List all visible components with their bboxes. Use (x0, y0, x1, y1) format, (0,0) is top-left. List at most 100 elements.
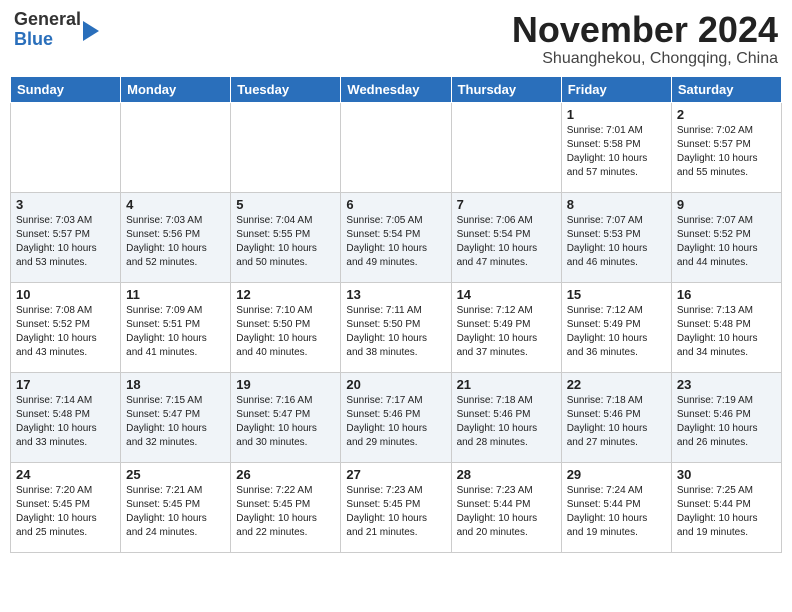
week-row-4: 17 Sunrise: 7:14 AM Sunset: 5:48 PM Dayli… (11, 372, 782, 462)
weekday-header-row: SundayMondayTuesdayWednesdayThursdayFrid… (11, 76, 782, 102)
day-number: 4 (126, 197, 225, 212)
day-info: Sunrise: 7:18 AM Sunset: 5:46 PM Dayligh… (567, 394, 666, 450)
day-cell: 18 Sunrise: 7:15 AM Sunset: 5:47 PM Dayli… (121, 372, 231, 462)
day-cell (11, 102, 121, 192)
day-cell (231, 102, 341, 192)
week-row-5: 24 Sunrise: 7:20 AM Sunset: 5:45 PM Dayli… (11, 462, 782, 552)
day-cell: 19Sunrise: 7:16 AM Sunset: 5:47 PM Dayli… (231, 372, 341, 462)
day-info: Sunrise: 7:22 AM Sunset: 5:45 PM Dayligh… (236, 484, 335, 540)
logo-arrow-icon (83, 21, 99, 41)
day-number: 11 (126, 287, 225, 302)
day-info: Sunrise: 7:25 AM Sunset: 5:44 PM Dayligh… (677, 484, 776, 540)
day-info: Sunrise: 7:13 AM Sunset: 5:48 PM Dayligh… (677, 304, 776, 360)
day-info: Sunrise: 7:21 AM Sunset: 5:45 PM Dayligh… (126, 484, 225, 540)
day-number: 14 (457, 287, 556, 302)
day-cell: 4 Sunrise: 7:03 AM Sunset: 5:56 PM Daylig… (121, 192, 231, 282)
day-cell: 7 Sunrise: 7:06 AM Sunset: 5:54 PM Daylig… (451, 192, 561, 282)
day-info: Sunrise: 7:14 AM Sunset: 5:48 PM Dayligh… (16, 394, 115, 450)
day-number: 10 (16, 287, 115, 302)
day-cell: 13Sunrise: 7:11 AM Sunset: 5:50 PM Dayli… (341, 282, 451, 372)
day-cell: 2Sunrise: 7:02 AM Sunset: 5:57 PM Daylig… (671, 102, 781, 192)
day-number: 2 (677, 107, 776, 122)
day-number: 12 (236, 287, 335, 302)
weekday-header-wednesday: Wednesday (341, 76, 451, 102)
weekday-header-friday: Friday (561, 76, 671, 102)
weekday-header-tuesday: Tuesday (231, 76, 341, 102)
day-info: Sunrise: 7:15 AM Sunset: 5:47 PM Dayligh… (126, 394, 225, 450)
day-cell: 6Sunrise: 7:05 AM Sunset: 5:54 PM Daylig… (341, 192, 451, 282)
day-number: 28 (457, 467, 556, 482)
day-cell: 27 Sunrise: 7:23 AM Sunset: 5:45 PM Dayli… (341, 462, 451, 552)
day-number: 22 (567, 377, 666, 392)
day-cell: 9 Sunrise: 7:07 AM Sunset: 5:52 PM Daylig… (671, 192, 781, 282)
day-info: Sunrise: 7:10 AM Sunset: 5:50 PM Dayligh… (236, 304, 335, 360)
calendar-table: SundayMondayTuesdayWednesdayThursdayFrid… (10, 76, 782, 553)
day-info: Sunrise: 7:17 AM Sunset: 5:46 PM Dayligh… (346, 394, 445, 450)
day-cell (451, 102, 561, 192)
day-cell (121, 102, 231, 192)
day-info: Sunrise: 7:23 AM Sunset: 5:45 PM Dayligh… (346, 484, 445, 540)
day-info: Sunrise: 7:03 AM Sunset: 5:56 PM Dayligh… (126, 214, 225, 270)
day-cell: 22 Sunrise: 7:18 AM Sunset: 5:46 PM Dayli… (561, 372, 671, 462)
day-number: 1 (567, 107, 666, 122)
day-cell: 14 Sunrise: 7:12 AM Sunset: 5:49 PM Dayli… (451, 282, 561, 372)
day-cell: 23Sunrise: 7:19 AM Sunset: 5:46 PM Dayli… (671, 372, 781, 462)
page-title: November 2024 (512, 10, 778, 50)
day-number: 5 (236, 197, 335, 212)
day-number: 29 (567, 467, 666, 482)
day-number: 13 (346, 287, 445, 302)
day-info: Sunrise: 7:19 AM Sunset: 5:46 PM Dayligh… (677, 394, 776, 450)
day-number: 9 (677, 197, 776, 212)
day-number: 7 (457, 197, 556, 212)
day-number: 17 (16, 377, 115, 392)
week-row-2: 3Sunrise: 7:03 AM Sunset: 5:57 PM Daylig… (11, 192, 782, 282)
week-row-1: 1Sunrise: 7:01 AM Sunset: 5:58 PM Daylig… (11, 102, 782, 192)
day-number: 3 (16, 197, 115, 212)
page-header: General Blue November 2024 Shuanghekou, … (10, 10, 782, 68)
day-info: Sunrise: 7:06 AM Sunset: 5:54 PM Dayligh… (457, 214, 556, 270)
day-info: Sunrise: 7:23 AM Sunset: 5:44 PM Dayligh… (457, 484, 556, 540)
day-number: 27 (346, 467, 445, 482)
day-number: 26 (236, 467, 335, 482)
day-cell: 29 Sunrise: 7:24 AM Sunset: 5:44 PM Dayli… (561, 462, 671, 552)
day-cell: 10 Sunrise: 7:08 AM Sunset: 5:52 PM Dayli… (11, 282, 121, 372)
weekday-header-thursday: Thursday (451, 76, 561, 102)
day-info: Sunrise: 7:12 AM Sunset: 5:49 PM Dayligh… (457, 304, 556, 360)
day-number: 16 (677, 287, 776, 302)
day-cell: 25 Sunrise: 7:21 AM Sunset: 5:45 PM Dayli… (121, 462, 231, 552)
day-info: Sunrise: 7:24 AM Sunset: 5:44 PM Dayligh… (567, 484, 666, 540)
day-cell: 17 Sunrise: 7:14 AM Sunset: 5:48 PM Dayli… (11, 372, 121, 462)
day-number: 20 (346, 377, 445, 392)
logo: General Blue (14, 10, 99, 50)
day-info: Sunrise: 7:08 AM Sunset: 5:52 PM Dayligh… (16, 304, 115, 360)
day-info: Sunrise: 7:18 AM Sunset: 5:46 PM Dayligh… (457, 394, 556, 450)
day-cell: 8Sunrise: 7:07 AM Sunset: 5:53 PM Daylig… (561, 192, 671, 282)
day-cell: 28 Sunrise: 7:23 AM Sunset: 5:44 PM Dayli… (451, 462, 561, 552)
day-cell: 5 Sunrise: 7:04 AM Sunset: 5:55 PM Daylig… (231, 192, 341, 282)
day-cell: 20 Sunrise: 7:17 AM Sunset: 5:46 PM Dayli… (341, 372, 451, 462)
logo-blue: Blue (14, 29, 53, 49)
day-cell (341, 102, 451, 192)
logo-general: General (14, 9, 81, 29)
day-number: 25 (126, 467, 225, 482)
day-info: Sunrise: 7:07 AM Sunset: 5:52 PM Dayligh… (677, 214, 776, 270)
day-number: 24 (16, 467, 115, 482)
day-cell: 30 Sunrise: 7:25 AM Sunset: 5:44 PM Dayli… (671, 462, 781, 552)
day-number: 8 (567, 197, 666, 212)
day-cell: 1Sunrise: 7:01 AM Sunset: 5:58 PM Daylig… (561, 102, 671, 192)
day-info: Sunrise: 7:04 AM Sunset: 5:55 PM Dayligh… (236, 214, 335, 270)
day-cell: 11Sunrise: 7:09 AM Sunset: 5:51 PM Dayli… (121, 282, 231, 372)
day-number: 19 (236, 377, 335, 392)
weekday-header-sunday: Sunday (11, 76, 121, 102)
day-info: Sunrise: 7:20 AM Sunset: 5:45 PM Dayligh… (16, 484, 115, 540)
day-cell: 3Sunrise: 7:03 AM Sunset: 5:57 PM Daylig… (11, 192, 121, 282)
day-cell: 26 Sunrise: 7:22 AM Sunset: 5:45 PM Dayli… (231, 462, 341, 552)
title-block: November 2024 Shuanghekou, Chongqing, Ch… (512, 10, 778, 68)
day-cell: 12 Sunrise: 7:10 AM Sunset: 5:50 PM Dayli… (231, 282, 341, 372)
day-info: Sunrise: 7:12 AM Sunset: 5:49 PM Dayligh… (567, 304, 666, 360)
day-number: 30 (677, 467, 776, 482)
week-row-3: 10 Sunrise: 7:08 AM Sunset: 5:52 PM Dayli… (11, 282, 782, 372)
day-cell: 16 Sunrise: 7:13 AM Sunset: 5:48 PM Dayli… (671, 282, 781, 372)
day-number: 6 (346, 197, 445, 212)
day-number: 18 (126, 377, 225, 392)
